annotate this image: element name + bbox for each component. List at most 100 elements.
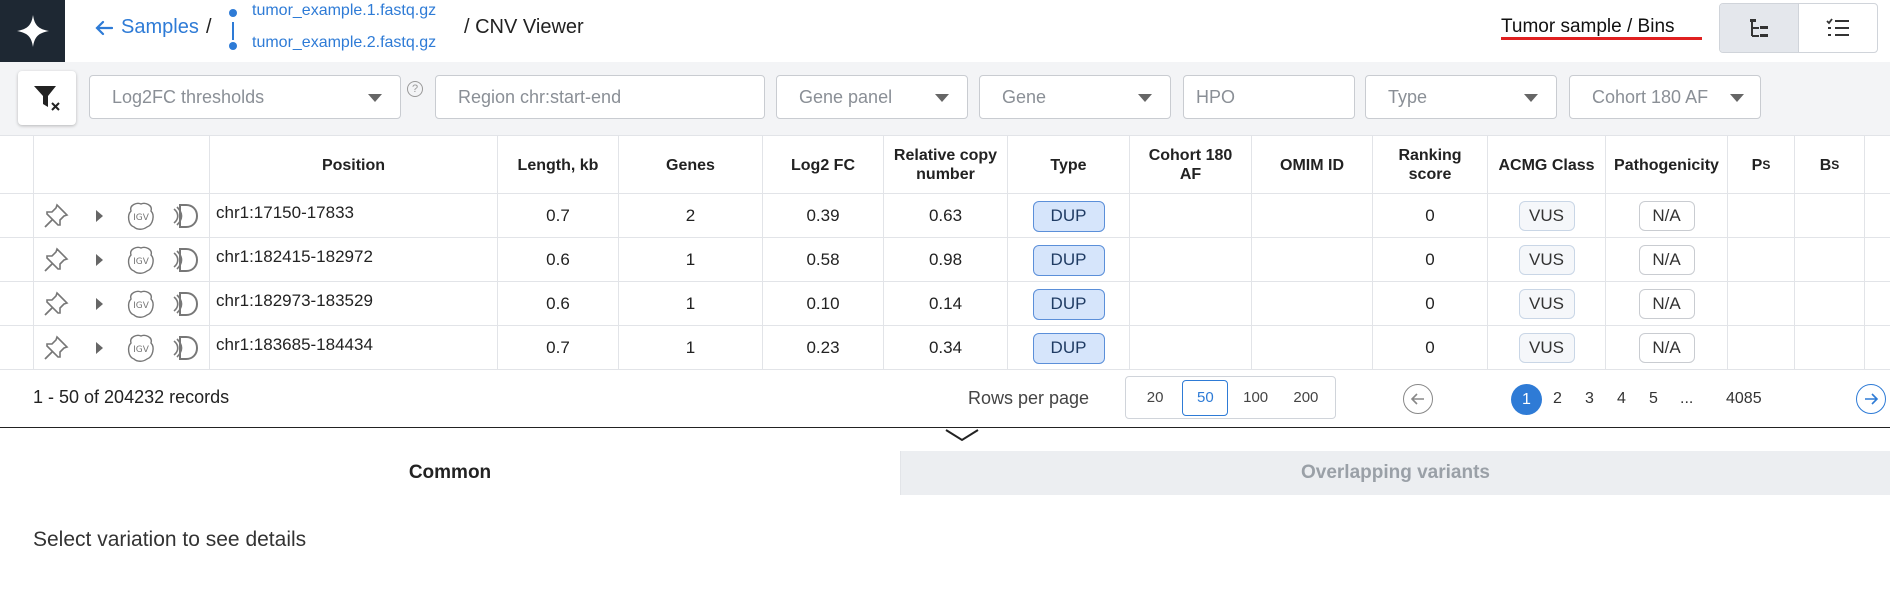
decipher-button[interactable] [162, 194, 210, 238]
page-4[interactable]: 4 [1617, 390, 1626, 408]
expand-row-button[interactable] [78, 194, 120, 238]
type-chip[interactable]: DUP [1032, 288, 1105, 320]
type-chip[interactable]: DUP [1032, 332, 1105, 364]
decipher-button[interactable] [162, 238, 210, 282]
sample-title[interactable]: Tumor sample / Bins [1501, 16, 1675, 38]
type-chip[interactable]: DUP [1032, 244, 1105, 276]
hpo-input[interactable]: HPO [1183, 75, 1355, 119]
tree-view-button[interactable] [1720, 4, 1799, 52]
col-genes[interactable]: Genes [619, 136, 763, 194]
decipher-button[interactable] [162, 326, 210, 370]
acmg-chip[interactable]: VUS [1518, 245, 1575, 275]
cell-genes: 2 [619, 194, 763, 238]
pathogenicity-chip[interactable]: N/A [1638, 289, 1695, 319]
type-select[interactable]: Type [1365, 75, 1557, 119]
empty-cell [1252, 326, 1373, 370]
rows-per-page-50[interactable]: 50 [1182, 379, 1229, 416]
table-row[interactable]: IGV chr1:17150-17833 0.7 2 0.39 0.63 DUP 0 VUS N/… [0, 194, 1890, 238]
tab-overlapping-variants[interactable]: Overlapping variants [900, 451, 1890, 495]
region-input[interactable]: Region chr:start-end [435, 75, 765, 119]
expand-row-button[interactable] [78, 238, 120, 282]
back-to-samples-link[interactable]: Samples [95, 16, 199, 39]
log2fc-thresholds-select[interactable]: Log2FC thresholds [89, 75, 401, 119]
rows-per-page-200[interactable]: 200 [1283, 380, 1329, 416]
empty-cell [1728, 326, 1795, 370]
type-placeholder: Type [1388, 86, 1428, 107]
table-row[interactable]: IGV chr1:182973-183529 0.6 1 0.10 0.14 DUP 0 VUS… [0, 282, 1890, 326]
col-acmg-class[interactable]: ACMG Class [1488, 136, 1606, 194]
igv-button[interactable]: IGV [120, 238, 162, 282]
help-icon[interactable]: ? [407, 81, 423, 97]
gene-panel-select[interactable]: Gene panel [776, 75, 968, 119]
clear-filters-button[interactable] [18, 71, 76, 125]
rows-per-page-100[interactable]: 100 [1233, 380, 1279, 416]
expand-row-button[interactable] [78, 326, 120, 370]
pathogenicity-chip[interactable]: N/A [1638, 245, 1695, 275]
rows-per-page-selector: 20 50 100 200 [1125, 376, 1336, 419]
igv-button[interactable]: IGV [120, 282, 162, 326]
igv-button[interactable]: IGV [120, 194, 162, 238]
page-2[interactable]: 2 [1553, 390, 1562, 408]
app-logo[interactable] [0, 0, 65, 62]
file-link-2[interactable]: tumor_example.2.fastq.gz [252, 34, 436, 52]
gene-select[interactable]: Gene [979, 75, 1171, 119]
table-row[interactable]: IGV chr1:182415-182972 0.6 1 0.58 0.98 DUP 0 VUS… [0, 238, 1890, 282]
pathogenicity-chip[interactable]: N/A [1638, 201, 1695, 231]
decipher-button[interactable] [162, 282, 210, 326]
col-bs[interactable]: BS [1795, 136, 1865, 194]
gene-placeholder: Gene [1002, 86, 1047, 107]
empty-cell [1130, 238, 1252, 282]
col-cohort-af[interactable]: Cohort 180 AF [1130, 136, 1252, 194]
rows-per-page-20[interactable]: 20 [1132, 380, 1178, 416]
file-link-1[interactable]: tumor_example.1.fastq.gz [252, 2, 436, 20]
acmg-chip[interactable]: VUS [1518, 201, 1575, 231]
list-view-icon [1826, 18, 1849, 36]
tab-common[interactable]: Common [0, 451, 900, 495]
empty-cell [0, 282, 34, 326]
col-omim[interactable]: OMIM ID [1252, 136, 1373, 194]
pin-button[interactable] [34, 326, 78, 370]
empty-cell [1728, 282, 1795, 326]
prev-page-button[interactable] [1403, 384, 1433, 414]
cell-rcn: 0.63 [884, 194, 1008, 238]
col-pathogenicity[interactable]: Pathogenicity [1606, 136, 1728, 194]
details-tabs: Common Overlapping variants [0, 451, 1890, 495]
empty-cell [1795, 326, 1865, 370]
decipher-icon [172, 248, 198, 272]
col-log2fc[interactable]: Log2 FC [763, 136, 884, 194]
col-ps[interactable]: PS [1728, 136, 1795, 194]
svg-text:IGV: IGV [133, 257, 150, 267]
pin-button[interactable] [34, 238, 78, 282]
cell-acmg: VUS [1488, 326, 1606, 370]
page-1-current[interactable]: 1 [1511, 384, 1542, 415]
chevron-down-icon [1524, 94, 1538, 102]
col-type[interactable]: Type [1008, 136, 1130, 194]
collapse-details-handle[interactable] [944, 426, 980, 444]
ps-label: P [1751, 156, 1763, 174]
next-page-button[interactable] [1856, 384, 1886, 414]
decipher-icon [172, 292, 198, 316]
col-ranking-score[interactable]: Ranking score [1373, 136, 1488, 194]
cell-ranking: 0 [1373, 326, 1488, 370]
col-relative-copy-number[interactable]: Relative copy number [884, 136, 1008, 194]
list-view-button[interactable] [1799, 4, 1877, 52]
expand-row-button[interactable] [78, 282, 120, 326]
acmg-chip[interactable]: VUS [1518, 289, 1575, 319]
col-length[interactable]: Length, kb [498, 136, 619, 194]
igv-button[interactable]: IGV [120, 326, 162, 370]
type-chip[interactable]: DUP [1032, 200, 1105, 232]
pathogenicity-chip[interactable]: N/A [1638, 333, 1695, 363]
acmg-chip[interactable]: VUS [1518, 333, 1575, 363]
pin-button[interactable] [34, 282, 78, 326]
pin-button[interactable] [34, 194, 78, 238]
page-5[interactable]: 5 [1649, 390, 1658, 408]
page-3[interactable]: 3 [1585, 390, 1594, 408]
table-row[interactable]: IGV chr1:183685-184434 0.7 1 0.23 0.34 DUP 0 VUS… [0, 326, 1890, 370]
arrow-right-circle-icon [1865, 393, 1879, 405]
cohort-af-select[interactable]: Cohort 180 AF [1569, 75, 1761, 119]
breadcrumb-files: tumor_example.1.fastq.gz tumor_example.2… [228, 2, 468, 58]
page-last[interactable]: 4085 [1726, 390, 1762, 408]
sparkle-icon [16, 15, 49, 47]
col-position[interactable]: Position [210, 136, 498, 194]
arrow-left-circle-icon [1410, 393, 1424, 405]
